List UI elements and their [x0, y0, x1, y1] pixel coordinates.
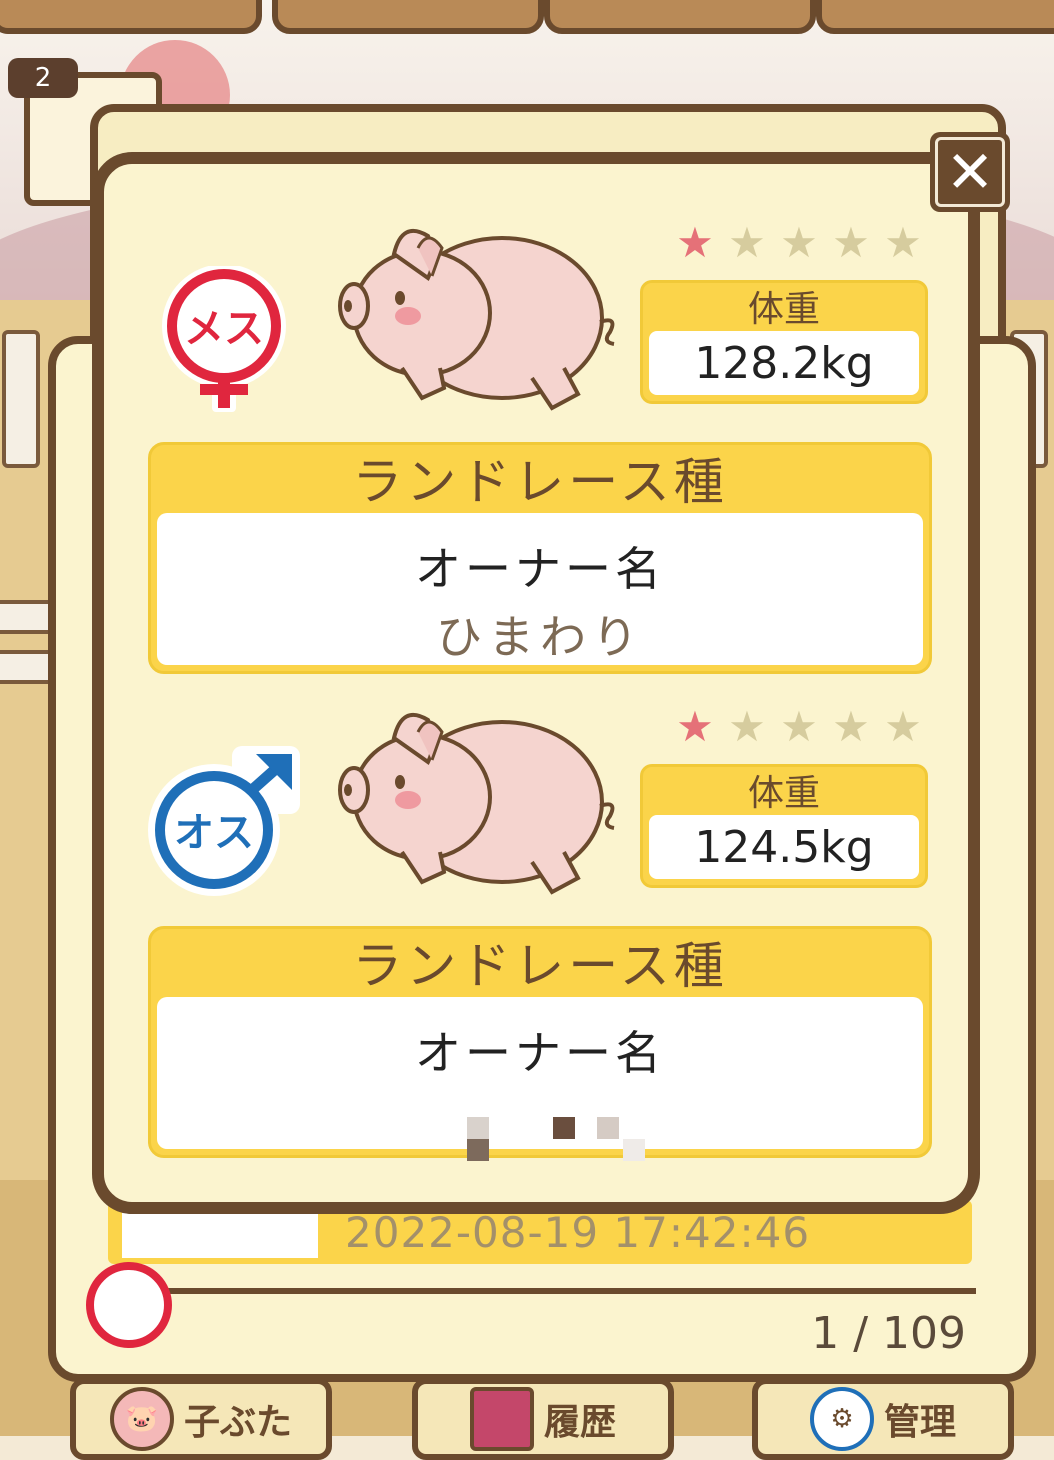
male-symbol-icon: オス: [148, 746, 300, 896]
redaction-pixel: [623, 1139, 645, 1161]
nav-label: 履歴: [543, 1402, 616, 1443]
weight-label: 体重: [747, 773, 820, 814]
sex-label: メス: [184, 306, 264, 352]
nav-button-piglets[interactable]: 🐷 子ぶた: [70, 1378, 332, 1460]
fence-post: [2, 330, 40, 468]
redaction-pixel: [467, 1117, 489, 1139]
female-symbol-icon: [86, 1262, 172, 1348]
breed-name: ランドレース種: [352, 937, 728, 995]
rating-stars: ★ ★ ★ ★ ★: [672, 222, 926, 264]
owner-label: オーナー名: [415, 1026, 665, 1080]
breed-card: ランドレース種 オーナー名: [148, 926, 932, 1161]
owner-section: オーナー名: [157, 997, 923, 1161]
history-list-timestamp: 2022-08-19 17:42:46: [345, 1208, 811, 1257]
pig-illustration: [338, 229, 615, 411]
star-icon: ★: [676, 702, 714, 751]
star-icon: ★: [780, 218, 818, 267]
pig-illustration: [338, 713, 615, 895]
star-icon: ★: [728, 218, 766, 267]
star-icon: ★: [676, 218, 714, 267]
pig-face-icon: 🐷: [109, 1387, 174, 1451]
redaction-pixel: [597, 1117, 619, 1139]
page-counter: 1 / 109: [811, 1308, 966, 1359]
pen-count-badge: 2: [8, 58, 78, 98]
nav-button-history[interactable]: 履歴: [412, 1378, 674, 1460]
nav-label: 管理: [883, 1402, 956, 1443]
book-icon: [469, 1387, 534, 1451]
history-list-divider: [108, 1288, 976, 1294]
weight-value: 128.2kg: [649, 331, 919, 395]
top-tab-4[interactable]: [816, 0, 1054, 34]
gear-icon: ⚙: [809, 1387, 874, 1451]
top-tab-1[interactable]: [0, 0, 262, 34]
star-icon: ★: [884, 218, 922, 267]
close-icon: ✕: [935, 137, 1005, 207]
nav-label: 子ぶた: [183, 1402, 292, 1443]
star-icon: ★: [832, 218, 870, 267]
owner-section: オーナー名 ひまわり: [157, 513, 923, 665]
rating-stars: ★ ★ ★ ★ ★: [672, 706, 926, 748]
owner-name: ひまわり: [436, 610, 644, 664]
female-symbol-icon: メス: [162, 266, 286, 412]
redaction-pixel: [467, 1139, 489, 1161]
star-icon: ★: [780, 702, 818, 751]
sex-label: オス: [174, 810, 254, 856]
redaction-pixel: [553, 1117, 575, 1139]
close-button[interactable]: ✕: [930, 132, 1010, 212]
breed-card: ランドレース種 オーナー名 ひまわり: [148, 442, 932, 674]
breed-name: ランドレース種: [352, 453, 728, 511]
star-icon: ★: [728, 702, 766, 751]
weight-label: 体重: [747, 289, 820, 330]
owner-label: オーナー名: [415, 542, 665, 596]
weight-box: 体重 128.2kg: [640, 280, 928, 404]
star-icon: ★: [884, 702, 922, 751]
top-tab-3[interactable]: [544, 0, 816, 34]
weight-value: 124.5kg: [649, 815, 919, 879]
weight-box: 体重 124.5kg: [640, 764, 928, 888]
star-icon: ★: [832, 702, 870, 751]
nav-button-manage[interactable]: ⚙ 管理: [752, 1378, 1014, 1460]
top-tab-2[interactable]: [272, 0, 544, 34]
